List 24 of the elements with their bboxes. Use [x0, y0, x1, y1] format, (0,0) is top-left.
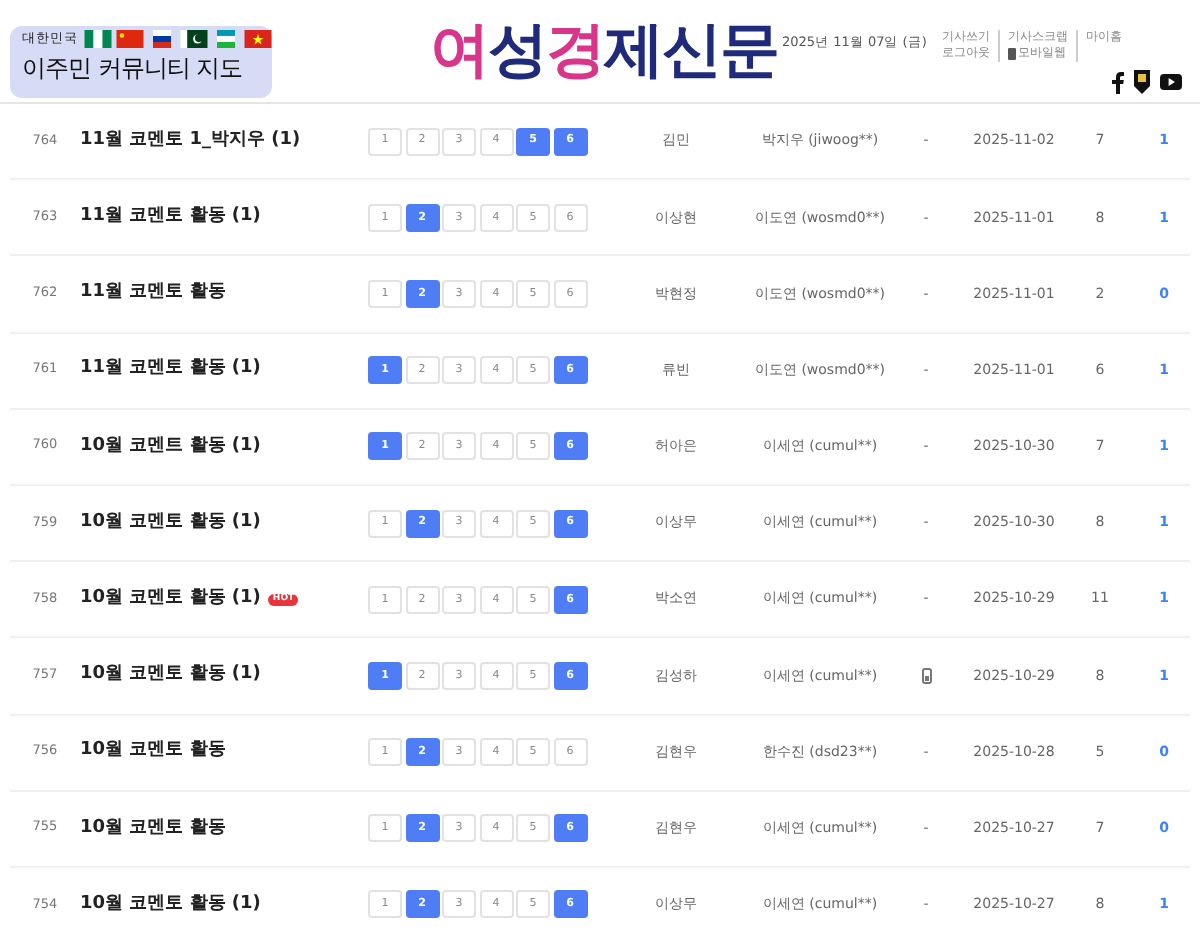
post-title[interactable]: 10월 코멘토 활동 (1) [80, 891, 261, 919]
post-title[interactable]: 11월 코멘토 활동 (1) [80, 356, 261, 384]
flag-icon [148, 30, 176, 49]
post-title[interactable]: 10월 코멘토 활동 (1) [80, 509, 261, 537]
attachment-icon[interactable] [921, 667, 931, 684]
post-title[interactable]: 11월 코멘토 활동 [80, 280, 226, 308]
facebook-icon[interactable] [1112, 71, 1124, 93]
site-logo[interactable]: 여성경제신문 [430, 14, 778, 90]
post-title[interactable]: 11월 코멘토 활동 (1) [80, 204, 261, 232]
post-title[interactable]: 10월 코멘토 활동 (1) [80, 585, 261, 613]
flag-icon [212, 30, 240, 49]
pin-icon[interactable] [1134, 70, 1150, 94]
flag-icon [244, 30, 272, 49]
flag-icon [84, 30, 112, 49]
post-title[interactable]: 11월 코멘토 1_박지우 (1) [80, 127, 301, 155]
post-title[interactable]: 10월 코멘토 활동 [80, 738, 226, 766]
post-title[interactable]: 10월 코멘토 활동 (1) [80, 662, 261, 690]
phone-icon [1008, 48, 1016, 60]
post-title[interactable]: 10월 코멘토 활동 [80, 815, 226, 843]
youtube-icon[interactable] [1160, 74, 1182, 90]
flag-icon [180, 30, 208, 49]
flag-icon [116, 30, 144, 49]
banner-title: 이주민 커뮤니티 지도 [22, 51, 245, 86]
post-title[interactable]: 10월 코멘트 활동 (1) [80, 433, 261, 461]
